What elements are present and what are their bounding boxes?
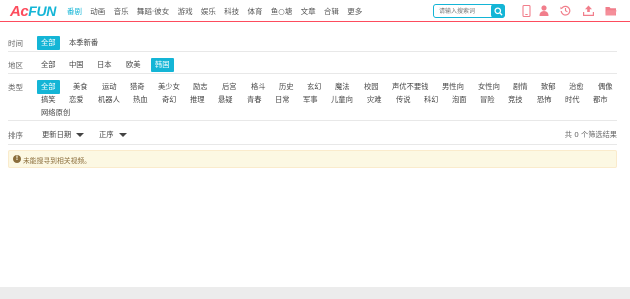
nav-item-0[interactable]: 番剧 bbox=[67, 6, 82, 17]
filter-region-china[interactable]: 中国 bbox=[69, 60, 84, 70]
sort-order-dropdown[interactable]: 正序 bbox=[99, 130, 127, 140]
filter-type-option[interactable]: 男性向 bbox=[442, 82, 464, 92]
app-root: AcFUN 番剧动画音乐舞蹈·彼女游戏娱乐科技体育鱼○塘文章合辑更多 时间 全 bbox=[0, 0, 630, 299]
top-header: Ac FUN 番剧 动画 音乐 舞蹈·彼女 游戏 娱乐 科技 体育 鱼○塘 文章 合辑 更多 bbox=[0, 0, 630, 22]
sort-by-value: 更新日期 bbox=[42, 130, 72, 139]
upload-icon[interactable] bbox=[582, 4, 594, 17]
filter-type-option[interactable]: 玄幻 bbox=[307, 82, 322, 92]
filter-type-option[interactable]: 时代 bbox=[565, 95, 580, 105]
filter-type-option[interactable]: 网络原创 bbox=[41, 108, 70, 118]
filter-type-option[interactable]: 冒险 bbox=[480, 95, 495, 105]
folder-icon[interactable] bbox=[605, 4, 617, 17]
phone-icon[interactable] bbox=[520, 4, 532, 17]
user-icon[interactable] bbox=[538, 4, 550, 17]
filter-region-japan[interactable]: 日本 bbox=[97, 60, 112, 70]
filter-type-option[interactable]: 竞技 bbox=[508, 95, 523, 105]
filter-region-west[interactable]: 欧美 bbox=[126, 60, 141, 70]
history-icon[interactable] bbox=[559, 4, 571, 17]
filter-type-option[interactable]: 致郁 bbox=[541, 82, 556, 92]
filter-type-option[interactable]: 灾难 bbox=[367, 95, 382, 105]
sort-by-dropdown[interactable]: 更新日期 bbox=[42, 130, 85, 140]
filter-type-option[interactable]: 运动 bbox=[102, 82, 117, 92]
filter-type-option[interactable]: 声优不要钱 bbox=[392, 82, 428, 92]
nav-item-10[interactable]: 合辑 bbox=[324, 6, 339, 17]
filter-type-option[interactable]: 军事 bbox=[303, 95, 318, 105]
nav-item-3[interactable]: 舞蹈·彼女 bbox=[137, 6, 169, 17]
filter-type-option[interactable]: 历史 bbox=[279, 82, 294, 92]
filter-type-option[interactable]: 校园 bbox=[364, 82, 379, 92]
nav-item-4[interactable]: 游戏 bbox=[178, 6, 193, 17]
sort-order-value: 正序 bbox=[99, 130, 114, 139]
filter-type-option[interactable]: 搞笑 bbox=[41, 95, 56, 105]
acfun-logo[interactable]: Ac FUN bbox=[10, 2, 57, 20]
filter-type-option[interactable]: 热血 bbox=[133, 95, 148, 105]
filter-label-region: 地区 bbox=[8, 61, 23, 70]
filter-row-region: 地区 全部 中国 日本 欧美 韩国 bbox=[8, 55, 617, 74]
nav-item-6[interactable]: 科技 bbox=[224, 6, 239, 17]
result-count: 共 0 个筛选结果 bbox=[564, 130, 617, 139]
filter-type-option[interactable]: 全部 bbox=[37, 80, 60, 94]
chevron-down-icon bbox=[118, 133, 127, 137]
logo-part-fun: FUN bbox=[28, 3, 57, 19]
info-icon: ! bbox=[13, 155, 21, 163]
filter-type-option[interactable]: 推理 bbox=[190, 95, 205, 105]
filter-type-option[interactable]: 女性向 bbox=[478, 82, 500, 92]
filter-type-option[interactable]: 机器人 bbox=[98, 95, 120, 105]
main-nav: 番剧 动画 音乐 舞蹈·彼女 游戏 娱乐 科技 体育 鱼○塘 文章 合辑 更多 bbox=[67, 0, 371, 22]
nav-item-5[interactable]: 娱乐 bbox=[201, 6, 216, 17]
filter-type-option[interactable]: 治愈 bbox=[569, 82, 584, 92]
filter-type-option[interactable]: 恐怖 bbox=[537, 95, 552, 105]
filter-time-all[interactable]: 全部 bbox=[37, 36, 60, 50]
page-footer bbox=[0, 287, 630, 299]
nav-item-1[interactable]: 动画 bbox=[90, 6, 105, 17]
filter-type-option[interactable]: 都市 bbox=[593, 95, 608, 105]
search-icon bbox=[493, 6, 503, 16]
filter-row-type: 类型 全部 美食 运动 猎奇 美少女 励志 后宫 格斗 历史 玄幻 魔法 校园 声优不要钱 男性向 女性向 剧… bbox=[8, 78, 617, 121]
nav-item-2[interactable]: 音乐 bbox=[114, 6, 129, 17]
filter-region-all[interactable]: 全部 bbox=[41, 60, 56, 70]
filter-type-option[interactable]: 美食 bbox=[73, 82, 88, 92]
filter-type-option[interactable]: 剧情 bbox=[513, 82, 528, 92]
filter-type-option[interactable]: 青春 bbox=[247, 95, 262, 105]
filter-type-option[interactable]: 猎奇 bbox=[130, 82, 145, 92]
filter-type-option[interactable]: 励志 bbox=[193, 82, 208, 92]
filter-type-option[interactable]: 科幻 bbox=[424, 95, 439, 105]
sort-label: 排序 bbox=[8, 131, 23, 140]
filter-type-option[interactable]: 儿童向 bbox=[331, 95, 353, 105]
filter-label-time: 时间 bbox=[8, 39, 23, 48]
chevron-down-icon bbox=[76, 133, 85, 137]
filter-type-option[interactable]: 偶像 bbox=[598, 82, 613, 92]
search-button[interactable] bbox=[491, 4, 505, 18]
notice-text: 未能搜寻到相关视频。 bbox=[23, 157, 91, 165]
filter-label-type: 类型 bbox=[8, 83, 23, 92]
filter-region-korea[interactable]: 韩国 bbox=[151, 58, 174, 72]
filter-type-option[interactable]: 泡面 bbox=[452, 95, 467, 105]
nav-item-9[interactable]: 文章 bbox=[301, 6, 316, 17]
filter-type-option[interactable]: 恋爱 bbox=[69, 95, 84, 105]
filter-row-time: 时间 全部 本季新番 bbox=[8, 33, 617, 52]
logo-part-ac: Ac bbox=[10, 2, 29, 20]
nav-item-11[interactable]: 更多 bbox=[347, 6, 362, 17]
nav-item-8[interactable]: 鱼○塘 bbox=[271, 6, 293, 17]
filter-type-option[interactable]: 格斗 bbox=[251, 82, 266, 92]
filter-type-option[interactable]: 奇幻 bbox=[162, 95, 177, 105]
filter-type-option[interactable]: 后宫 bbox=[222, 82, 237, 92]
filter-time-this-season[interactable]: 本季新番 bbox=[69, 38, 98, 48]
filter-type-option[interactable]: 悬疑 bbox=[218, 95, 233, 105]
filter-type-option[interactable]: 美少女 bbox=[158, 82, 180, 92]
filter-type-option[interactable]: 魔法 bbox=[335, 82, 350, 92]
filter-type-option[interactable]: 日常 bbox=[275, 95, 290, 105]
empty-result-notice: ! 未能搜寻到相关视频。 bbox=[8, 150, 617, 168]
sort-row: 排序 更新日期 正序 共 0 个筛选结果 bbox=[8, 125, 617, 145]
nav-item-7[interactable]: 体育 bbox=[247, 6, 262, 17]
filter-type-option[interactable]: 传说 bbox=[396, 95, 411, 105]
